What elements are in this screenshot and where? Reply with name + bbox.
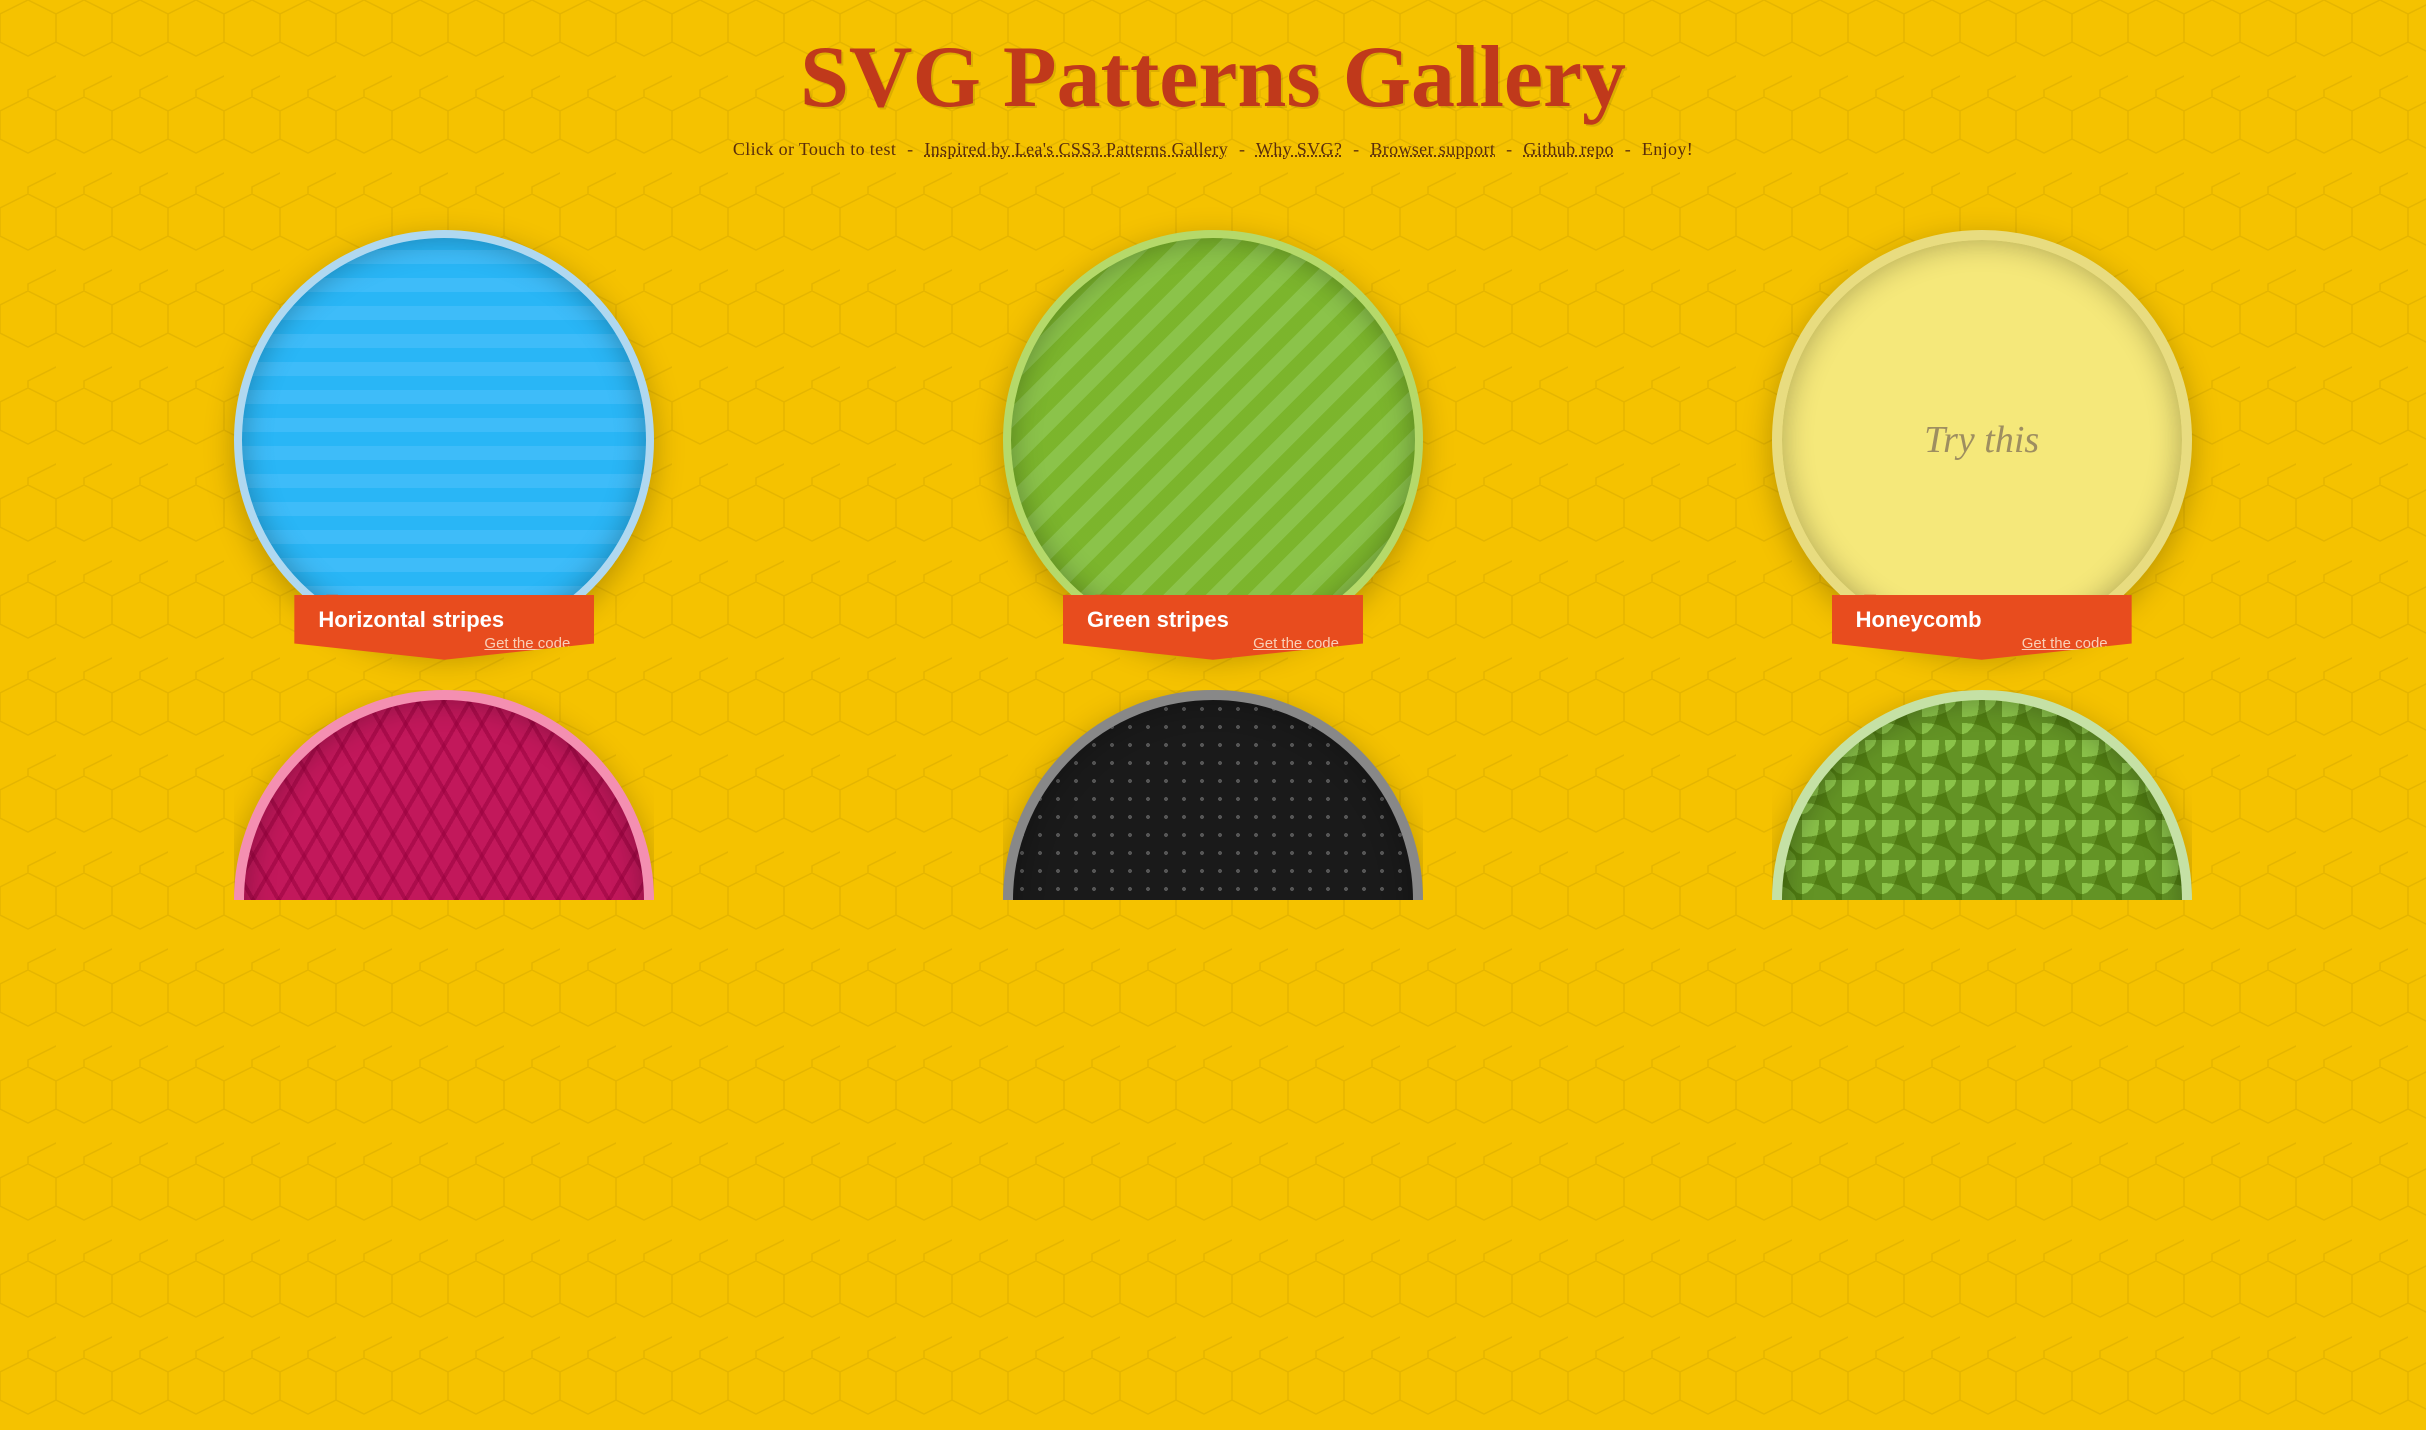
gallery-grid: Horizontal stripes Get the code Green st… (0, 170, 2426, 940)
circle-wrapper-honeycomb[interactable]: Try this Honeycomb Get the code (1772, 230, 2192, 650)
circle-wrapper-green-stripes[interactable]: Green stripes Get the code (1003, 230, 1423, 650)
label-name-horizontal-stripes: Horizontal stripes (318, 607, 570, 633)
pattern-cell-green-stripes: Green stripes Get the code (829, 210, 1598, 670)
pattern-preview-green-stripes[interactable] (1003, 230, 1423, 650)
link-github-repo[interactable]: Github repo (1523, 139, 1613, 159)
get-code-link-horizontal-stripes[interactable]: Get the code (318, 635, 570, 652)
subtitle: Click or Touch to test - Inspired by Lea… (20, 139, 2406, 160)
link-css3-gallery[interactable]: Inspired by Lea's CSS3 Patterns Gallery (924, 139, 1228, 159)
page-header: SVG Patterns Gallery Click or Touch to t… (0, 0, 2426, 170)
label-name-green-stripes: Green stripes (1087, 607, 1339, 633)
circle-wrapper-chevron[interactable] (234, 690, 654, 900)
label-tag-honeycomb: Honeycomb Get the code (1832, 595, 2132, 660)
pattern-preview-scales[interactable] (1772, 690, 2192, 900)
subtitle-click-touch: Click or Touch to test (733, 139, 896, 159)
pattern-preview-honeycomb[interactable]: Try this (1772, 230, 2192, 650)
pattern-cell-chevron (60, 670, 829, 920)
try-this-text: Try this (1924, 418, 2039, 462)
pattern-preview-horizontal-stripes[interactable] (234, 230, 654, 650)
label-name-honeycomb: Honeycomb (1856, 607, 2108, 633)
pattern-cell-dots (829, 670, 1598, 920)
pattern-preview-dots[interactable] (1003, 690, 1423, 900)
pattern-preview-chevron[interactable] (234, 690, 654, 900)
label-tag-horizontal-stripes: Horizontal stripes Get the code (294, 595, 594, 660)
link-browser-support[interactable]: Browser support (1370, 139, 1495, 159)
link-why-svg[interactable]: Why SVG? (1256, 139, 1342, 159)
subtitle-enjoy: Enjoy! (1642, 139, 1693, 159)
circle-wrapper-horizontal-stripes[interactable]: Horizontal stripes Get the code (234, 230, 654, 650)
get-code-link-green-stripes[interactable]: Get the code (1087, 635, 1339, 652)
get-code-link-honeycomb[interactable]: Get the code (1856, 635, 2108, 652)
pattern-cell-honeycomb: Try this Honeycomb Get the code (1597, 210, 2366, 670)
page-title: SVG Patterns Gallery (20, 30, 2406, 127)
circle-wrapper-dots[interactable] (1003, 690, 1423, 900)
pattern-cell-scales (1597, 670, 2366, 920)
pattern-cell-horizontal-stripes: Horizontal stripes Get the code (60, 210, 829, 670)
label-tag-green-stripes: Green stripes Get the code (1063, 595, 1363, 660)
circle-wrapper-scales[interactable] (1772, 690, 2192, 900)
